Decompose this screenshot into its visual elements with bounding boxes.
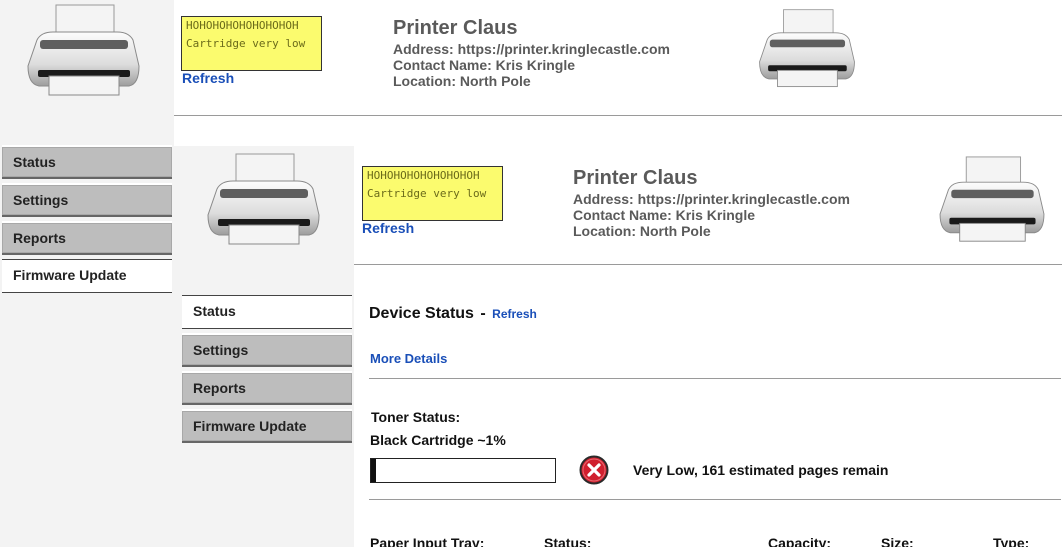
printer-address: Address: https://printer.kringlecastle.c… [393,41,670,57]
inner-alert-title: HOHOHOHOHOHOHOHOH [367,169,480,182]
inner-nav-reports[interactable]: Reports [182,371,352,405]
paper-type-header: Type: [993,535,1030,547]
printer-contact: Contact Name: Kris Kringle [393,57,576,73]
inner-printer-info: Printer Claus Address: https://printer.k… [573,167,850,239]
paper-size-header: Size: [881,535,914,547]
more-details-link[interactable]: More Details [370,351,447,366]
printer-icon [939,156,1045,242]
printer-name: Printer Claus [393,17,518,39]
inner-printer-name: Printer Claus [573,167,698,189]
device-status-refresh-link[interactable]: Refresh [492,307,537,321]
inner-printer-address: Address: https://printer.kringlecastle.c… [573,191,850,207]
printer-icon [27,4,140,96]
inner-header-divider [354,264,1062,265]
toner-status-text: Very Low, 161 estimated pages remain [633,462,889,478]
printer-info: Printer Claus Address: https://printer.k… [393,17,670,89]
inner-nav-settings[interactable]: Settings [182,333,352,367]
outer-nav-reports[interactable]: Reports [2,221,172,255]
printer-location: Location: North Pole [393,73,531,89]
toner-level-bar [370,458,556,483]
alert-message: Cartridge very low [186,37,306,50]
paper-input-tray-header: Paper Input Tray: [370,535,485,547]
inner-alert-message: Cartridge very low [367,187,487,200]
printer-icon [207,153,320,245]
inner-nav-status[interactable]: Status [182,295,352,329]
header-refresh-link[interactable]: Refresh [182,70,234,86]
alert-title: HOHOHOHOHOHOHOHOH [186,19,299,32]
toner-status-label: Toner Status: [371,409,461,425]
outer-nav-status[interactable]: Status [2,145,172,179]
paper-status-header: Status: [544,535,592,547]
inner-nav-firmware-update[interactable]: Firmware Update [182,409,352,443]
content-divider [369,378,1061,379]
black-cartridge-label: Black Cartridge ~1% [370,432,506,448]
outer-nav-settings[interactable]: Settings [2,183,172,217]
error-icon [579,455,609,485]
title-separator: - [480,305,486,322]
cartridge-alert-box: HOHOHOHOHOHOHOHOH Cartridge very low [181,16,322,71]
inner-header-refresh-link[interactable]: Refresh [362,220,414,236]
inner-cartridge-alert-box: HOHOHOHOHOHOHOHOH Cartridge very low [362,166,503,221]
outer-nav-firmware-update[interactable]: Firmware Update [2,259,172,293]
printer-icon [759,9,855,88]
paper-capacity-header: Capacity: [768,535,832,547]
toner-level-fill [371,459,376,482]
inner-printer-contact: Contact Name: Kris Kringle [573,207,756,223]
content-divider [369,499,1061,500]
device-status-heading: Device Status - Refresh [369,305,537,323]
device-status-title: Device Status [369,305,474,322]
inner-printer-location: Location: North Pole [573,223,711,239]
